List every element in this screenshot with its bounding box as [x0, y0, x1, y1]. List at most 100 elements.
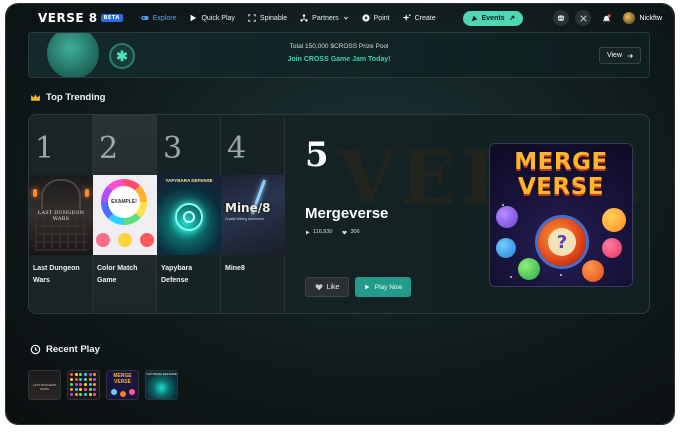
plays-stat: 116,930: [305, 229, 332, 235]
trending-item-3[interactable]: 3 YAPYBARA DEFENSE Yapybara Defense: [157, 115, 221, 313]
trending-item-1[interactable]: 1 LAST DUNGEON WARS Last Dungeon Wars: [29, 115, 93, 313]
top-trending-heading: Top Trending: [30, 92, 105, 103]
thumbnail-title: MERGE VERSE: [113, 373, 132, 385]
play-count-icon: [306, 230, 310, 234]
nav-create-label: Create: [414, 14, 436, 22]
recent-play-list: LAST DUNGEON WARS MERGE VERSE YAPYBARA DE…: [28, 370, 178, 400]
notifications-button[interactable]: [599, 11, 613, 25]
featured-stats: 116,930 306: [305, 229, 360, 235]
banner-title: Total 150,000 $CROSS Prize Pool: [289, 43, 389, 50]
discord-button[interactable]: [553, 10, 570, 26]
avatar: [623, 12, 636, 24]
history-icon: [30, 344, 41, 355]
heart-icon: [315, 284, 323, 291]
banner-text: Total 150,000 $CROSS Prize Pool Join CRO…: [29, 43, 649, 63]
logo-text: VERSE 8: [38, 11, 98, 25]
play-icon: [191, 14, 197, 22]
view-button[interactable]: View: [598, 47, 641, 64]
thumbnail-title: YAPYBARA DEFENSE: [165, 178, 213, 183]
x-button[interactable]: [575, 10, 592, 26]
rank-number: 2: [99, 131, 119, 166]
rank-number: 1: [35, 131, 55, 166]
play-now-label: Play Now: [374, 283, 403, 291]
thumbnail-title: EXAMPLE!: [108, 186, 140, 218]
nav-explore-label: Explore: [152, 14, 177, 22]
nav-quick-play-label: Quick Play: [201, 14, 235, 22]
game-name: Mine8: [225, 265, 245, 272]
featured-game-art[interactable]: MERGE VERSE ?: [489, 143, 633, 287]
recent-play-heading: Recent Play: [30, 344, 100, 355]
top-nav: VERSE 8 BETA Explore Quick Play Spinable…: [6, 4, 674, 32]
game-thumbnail: EXAMPLE!: [93, 175, 157, 255]
logo[interactable]: VERSE 8 BETA: [38, 11, 123, 25]
heart-icon: [342, 230, 348, 234]
recent-item-yapybara-defense[interactable]: YAPYBARA DEFENSE: [145, 370, 178, 400]
rank-number: 3: [163, 131, 183, 166]
nav-menu: Explore Quick Play Spinable Partners Poi…: [141, 10, 523, 26]
likes-stat: 306: [342, 229, 360, 235]
point-icon: [362, 14, 370, 22]
recent-item-color-match[interactable]: [67, 370, 100, 400]
promo-banner[interactable]: ✱ Total 150,000 $CROSS Prize Pool Join C…: [28, 32, 650, 78]
game-name: Yapybara Defense: [161, 265, 193, 284]
spinable-icon: [248, 14, 256, 22]
thumbnail-title: LAST DUNGEON WARS: [32, 383, 57, 391]
rank-number: 4: [227, 131, 247, 166]
art-title-line1: MERGE: [514, 149, 608, 175]
view-label: View: [606, 52, 622, 59]
play-icon: [364, 284, 370, 290]
game-name: Last Dungeon Wars: [33, 265, 80, 284]
nav-point[interactable]: Point: [362, 14, 390, 22]
nav-quick-play[interactable]: Quick Play: [189, 14, 235, 22]
game-thumbnail: YAPYBARA DEFENSE: [157, 175, 221, 255]
thumbnail-subtitle: Crystal Mining Adventure: [225, 217, 264, 221]
featured-rank: 5: [305, 135, 329, 175]
trending-item-2[interactable]: 2 EXAMPLE! Color Match Game: [93, 115, 157, 313]
recent-play-title: Recent Play: [46, 344, 100, 355]
thumbnail-title: Mine/8: [225, 201, 271, 215]
top-trending-panel: VERSE 1 LAST DUNGEON WARS Last Dungeon W…: [28, 114, 650, 314]
game-thumbnail: LAST DUNGEON WARS: [29, 175, 93, 255]
user-menu[interactable]: Nickftw: [623, 12, 662, 24]
game-name: Color Match Game: [97, 265, 138, 284]
beta-badge: BETA: [100, 14, 123, 22]
like-button[interactable]: Like: [305, 277, 349, 297]
featured-game-name[interactable]: Mergeverse: [305, 205, 388, 222]
events-button[interactable]: Events: [462, 10, 523, 26]
banner-subtitle: Join CROSS Game Jam Today!: [287, 56, 391, 63]
trending-item-4[interactable]: 4 Mine/8 Crystal Mining Adventure Mine8: [221, 115, 285, 313]
nav-explore[interactable]: Explore: [141, 14, 177, 22]
art-title-line2: VERSE: [518, 174, 604, 200]
events-label: Events: [481, 14, 505, 22]
bell-icon: [603, 13, 611, 21]
crown-icon: [31, 94, 40, 101]
game-thumbnail: Mine/8 Crystal Mining Adventure: [221, 175, 285, 255]
plays-count: 116,930: [313, 229, 333, 235]
x-logo-icon: [580, 14, 587, 22]
arrow-up-right-icon: [509, 15, 514, 21]
partners-icon: [300, 14, 308, 22]
like-label: Like: [326, 283, 340, 291]
party-icon: [471, 15, 477, 21]
nav-partners[interactable]: Partners: [300, 14, 348, 22]
likes-count: 306: [350, 229, 360, 235]
nav-spinable-label: Spinable: [259, 14, 288, 22]
play-now-button[interactable]: Play Now: [355, 277, 411, 297]
chevron-down-icon: [343, 16, 348, 20]
top-trending-title: Top Trending: [46, 92, 106, 103]
thumbnail-title: YAPYBARA DEFENSE: [146, 372, 177, 376]
question-mark: ?: [548, 228, 576, 256]
nav-spinable[interactable]: Spinable: [248, 14, 287, 22]
app-window: VERSE 8 BETA Explore Quick Play Spinable…: [6, 4, 674, 424]
username: Nickftw: [639, 14, 662, 22]
nav-partners-label: Partners: [312, 14, 339, 22]
recent-item-last-dungeon-wars[interactable]: LAST DUNGEON WARS: [28, 370, 61, 400]
recent-item-mergeverse[interactable]: MERGE VERSE: [106, 370, 139, 400]
discord-icon: [558, 15, 565, 21]
arrow-right-icon: [627, 53, 633, 58]
gamepad-icon: [141, 16, 149, 20]
sparkle-icon: [402, 14, 411, 22]
nav-right: Nickftw: [553, 10, 662, 26]
nav-create[interactable]: Create: [402, 14, 436, 22]
nav-point-label: Point: [373, 14, 390, 22]
